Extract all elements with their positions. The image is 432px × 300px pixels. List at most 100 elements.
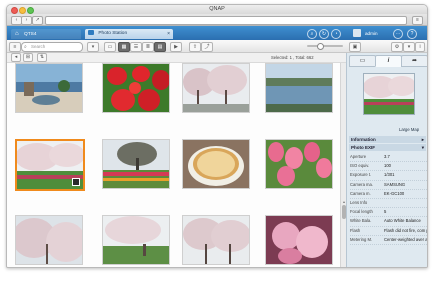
exif-key: White Bala.	[350, 218, 372, 224]
photo-thumb-cherry-trees[interactable]	[182, 63, 250, 113]
detail-view-button[interactable]: ≣	[142, 42, 154, 52]
selection-icon[interactable]: ⊞	[23, 53, 33, 62]
exif-key: Metering M.	[350, 236, 373, 242]
options-icon[interactable]: ⋯	[393, 29, 403, 39]
search-input[interactable]: ⌕ Search	[21, 42, 83, 52]
photo-thumb-blossom-bench[interactable]	[102, 215, 170, 265]
photo-select-checkbox[interactable]	[72, 178, 80, 186]
photo-blossom-sky	[16, 216, 82, 264]
zoom-slider[interactable]	[307, 43, 343, 50]
user-avatar[interactable]	[353, 29, 361, 37]
info-button[interactable]: i	[415, 42, 425, 52]
browser-window: QNAP ‹ › ↗ ≡ ⌂ QTS4 Photo Station × ⌕ ↻ …	[6, 4, 428, 268]
settings-button[interactable]: ⚙	[391, 42, 403, 52]
zoom-slider-handle[interactable]	[317, 43, 324, 50]
back-level-button[interactable]: ◂	[11, 53, 21, 62]
close-tab-icon[interactable]: ×	[167, 29, 170, 39]
photo-thumb-blossom-garden[interactable]	[15, 139, 85, 191]
timeline-view-button[interactable]: ▤	[154, 42, 166, 52]
search-placeholder: Search	[31, 44, 46, 49]
photo-pizza	[183, 140, 249, 188]
exif-value: 1/301	[384, 172, 395, 178]
menu-toggle-button[interactable]: ≡	[9, 42, 21, 52]
selection-info-bar: ◂ ⊞ ⇅ Selected: 1 , Total: 662	[7, 53, 346, 63]
notification-icon[interactable]: ◔	[331, 29, 341, 39]
tag-filter-button[interactable]: ▾	[87, 42, 99, 52]
qts-home-tab[interactable]: ⌂ QTS4	[11, 29, 81, 39]
photo-toolbar: ≡ ⌕ Search ▾ ▭ ▦ ☰ ≣ ▤ ▶ ⇧ ⤴ ▣ ⚙ ▾ i	[7, 40, 427, 53]
exif-key: Camera m.	[350, 190, 371, 196]
photo-station-tab[interactable]: Photo Station ×	[85, 29, 173, 39]
share-icon[interactable]: ↗	[32, 16, 43, 25]
exif-value: 3.7	[384, 154, 390, 159]
photo-blossom-bench	[103, 216, 169, 264]
exif-row: ISO equiv. 100	[350, 162, 427, 172]
exif-key: ISO equiv.	[350, 163, 370, 169]
preview-image[interactable]	[363, 73, 415, 115]
panel-tab-info[interactable]: i	[375, 55, 402, 67]
exif-section-header[interactable]: Photo EXIF ▾	[349, 144, 426, 151]
photo-thumb-harbor-scene[interactable]	[15, 63, 83, 113]
exif-row: White Bala. Auto White Balance	[350, 217, 427, 227]
forward-button[interactable]: ›	[21, 16, 32, 25]
image-icon: ▭	[359, 58, 366, 64]
user-name-label[interactable]: admin	[365, 30, 378, 37]
photo-harbor-scene	[16, 64, 82, 112]
photo-thumb-pink-lilies[interactable]	[265, 215, 333, 265]
thumbnail-view-button[interactable]: ▦	[118, 42, 130, 52]
photo-blossom-grove	[183, 216, 249, 264]
large-map-link[interactable]: Large Map	[399, 127, 419, 132]
exif-key: Flash	[350, 227, 361, 233]
photo-thumb-blossom-grove[interactable]	[182, 215, 250, 265]
selection-count: Selected: 1 , Total: 662	[271, 55, 314, 60]
address-bar-row: ‹ › ↗ ≡	[7, 14, 427, 26]
folder-view-button[interactable]: ▭	[104, 42, 116, 52]
photo-cherry-trees	[183, 64, 249, 112]
home-tab-label: QTS4	[23, 32, 37, 37]
photo-strawberries	[103, 64, 169, 112]
exif-value: SAMSUNG	[384, 181, 406, 187]
help-icon[interactable]: ?	[407, 29, 417, 39]
panel-tab-preview[interactable]: ▭	[349, 55, 376, 67]
share-button[interactable]: ⤴	[201, 42, 213, 52]
photo-thumb-blossom-sky[interactable]	[15, 215, 83, 265]
exif-row: Aperture 3.7	[350, 153, 427, 163]
exif-key: Camera ma.	[350, 181, 374, 187]
upload-button[interactable]: ⇧	[189, 42, 201, 52]
exif-key: Lens Info	[350, 199, 368, 205]
photo-thumb-pink-tulips[interactable]	[265, 139, 333, 189]
photo-grid	[7, 63, 340, 267]
refresh-icon[interactable]: ↻	[319, 29, 329, 39]
expand-icon: ▸	[421, 137, 424, 142]
photo-thumb-tulip-field-tree[interactable]	[102, 139, 170, 189]
photo-station-tab-label: Photo Station	[98, 31, 128, 36]
preview-blossom-garden	[364, 74, 414, 114]
address-field[interactable]	[45, 16, 407, 25]
panel-tab-share[interactable]: ➦	[401, 55, 427, 67]
slideshow-button[interactable]: ▶	[170, 42, 182, 52]
selection-mode-button[interactable]: ▣	[349, 42, 361, 52]
exif-key: Aperture	[350, 154, 367, 159]
reader-icon[interactable]: ≡	[412, 16, 423, 25]
list-view-button[interactable]: ☰	[130, 42, 142, 52]
photo-tulip-field-tree	[103, 140, 169, 188]
more-button[interactable]: ▾	[403, 42, 415, 52]
exif-value	[384, 199, 427, 207]
search-icon: ⌕	[24, 44, 27, 50]
information-section-header[interactable]: Information ▸	[349, 136, 426, 143]
title-bar: QNAP	[7, 5, 427, 14]
info-side-panel: ▭ i ➦ Large Map Information ▸ Photo EXIF…	[346, 53, 427, 267]
sort-button[interactable]: ⇅	[37, 53, 47, 62]
photo-thumb-pizza[interactable]	[182, 139, 250, 189]
exif-row: Metering M. Center-weighted aver age	[350, 236, 427, 245]
collapse-icon: ▾	[421, 145, 424, 150]
exif-value: EK-GC100	[384, 190, 405, 196]
qts-top-bar: ⌂ QTS4 Photo Station × ⌕ ↻ ◔ admin ⋯ ?	[7, 26, 427, 40]
photo-thumb-lake-landscape[interactable]	[265, 63, 333, 113]
search-icon[interactable]: ⌕	[307, 29, 317, 39]
photo-thumb-strawberries[interactable]	[102, 63, 170, 113]
exif-row: Camera ma. SAMSUNG	[350, 181, 427, 190]
exif-value: Flash did not fire, com pulsory flash mo…	[384, 227, 427, 233]
exif-value: 100	[384, 163, 391, 169]
exif-row: Exposure t. 1/301	[350, 171, 427, 181]
